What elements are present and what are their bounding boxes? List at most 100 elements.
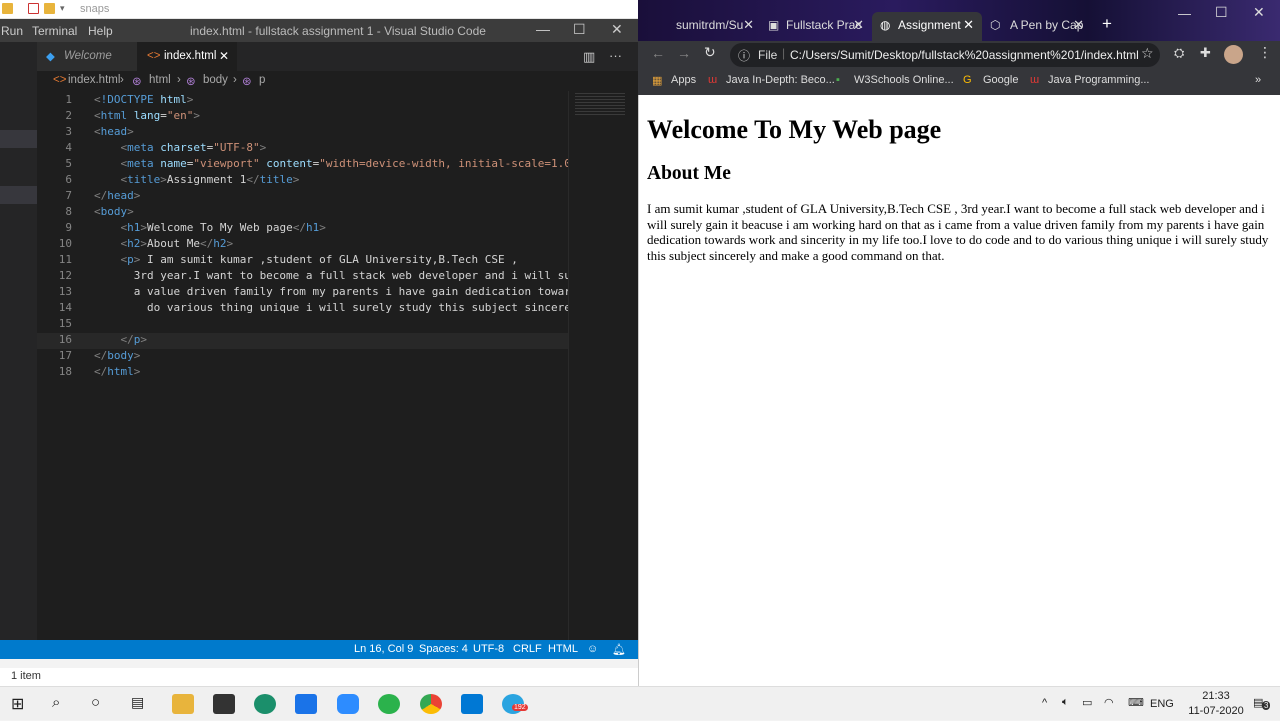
vscode-icon[interactable]	[461, 694, 483, 714]
minimize-icon[interactable]: —	[536, 21, 550, 37]
chrome-icon[interactable]	[420, 694, 442, 714]
customize-quick-access-icon[interactable]: ▾	[60, 3, 68, 14]
info-icon[interactable]: ⓘ	[738, 47, 750, 64]
close-tab-icon[interactable]: ✕	[853, 17, 864, 33]
menu-terminal[interactable]: Terminal	[32, 24, 77, 38]
store-icon[interactable]	[213, 694, 235, 714]
address-bar[interactable]: ⓘ File | C:/Users/Sumit/Desktop/fullstac…	[730, 43, 1160, 67]
split-editor-icon[interactable]: ▥	[583, 49, 595, 65]
code-line[interactable]: 2 <html lang="en">	[37, 109, 568, 125]
chrome-tab-active[interactable]: ◍ Assignment ✕	[872, 12, 982, 41]
maximize-icon[interactable]: ☐	[573, 21, 586, 38]
bookmark-item[interactable]: Google	[983, 74, 1018, 86]
code-line[interactable]: 6 <title>Assignment 1</title>	[37, 173, 568, 189]
sidebar-item[interactable]	[0, 130, 37, 148]
breadcrumb-item[interactable]: html	[149, 74, 171, 86]
chrome-tab[interactable]: ▣ Fullstack Prac ✕	[762, 12, 872, 41]
code-line[interactable]: 4 <meta charset="UTF-8">	[37, 141, 568, 157]
volume-icon[interactable]: 🔈︎	[1062, 696, 1069, 709]
indentation-setting[interactable]: Spaces: 4	[419, 643, 468, 655]
menu-help[interactable]: Help	[88, 24, 113, 38]
code-line[interactable]: 9 <h1>Welcome To My Web page</h1>	[37, 221, 568, 237]
eol-setting[interactable]: CRLF	[513, 643, 542, 655]
avatar[interactable]	[1224, 45, 1243, 64]
close-tab-icon[interactable]: ✕	[219, 49, 229, 63]
code-line[interactable]: 15	[37, 317, 568, 333]
star-icon[interactable]: ☆	[1141, 45, 1154, 62]
input-language[interactable]: ENG	[1150, 698, 1174, 710]
bookmark-item[interactable]: Java Programming...	[1048, 74, 1149, 86]
code-line[interactable]: 1 <!DOCTYPE html>	[37, 93, 568, 109]
edge-icon[interactable]	[254, 694, 276, 714]
url-text: C:/Users/Sumit/Desktop/fullstack%20assig…	[790, 48, 1139, 62]
code-line[interactable]: 16 </p>	[37, 333, 568, 349]
chevron-up-icon[interactable]: ^	[1042, 697, 1047, 709]
more-actions-icon[interactable]: ···	[609, 48, 622, 63]
battery-icon[interactable]: ▭	[1082, 696, 1092, 709]
minimap[interactable]	[568, 91, 638, 640]
windows-start-icon[interactable]: ⊞	[11, 694, 33, 714]
bookmark-item[interactable]: Java In-Depth: Beco...	[726, 74, 835, 86]
maps-icon[interactable]	[378, 694, 400, 714]
keyboard-icon[interactable]: ⌨	[1128, 696, 1144, 709]
minimize-icon[interactable]: —	[1178, 6, 1191, 21]
breadcrumb-item[interactable]: p	[259, 74, 265, 86]
encoding-setting[interactable]: UTF-8	[473, 643, 504, 655]
breadcrumb-item[interactable]: index.html	[68, 74, 120, 86]
chrome-tab[interactable]: ⬡ A Pen by Cap ✕	[982, 12, 1092, 41]
folder-icon[interactable]	[2, 3, 13, 14]
bell-icon[interactable]: 🔔︎	[612, 643, 626, 656]
code-line[interactable]: 11 <p> I am sumit kumar ,student of GLA …	[37, 253, 568, 269]
menu-run[interactable]: Run	[1, 24, 23, 38]
clock-time[interactable]: 21:33	[1191, 690, 1241, 702]
forward-arrow-icon[interactable]: →	[677, 45, 691, 61]
new-folder-icon[interactable]	[44, 3, 55, 14]
maximize-icon[interactable]: ☐	[1215, 4, 1228, 21]
telegram-icon[interactable]: 192	[502, 694, 528, 714]
properties-icon[interactable]	[28, 3, 39, 14]
menu-icon[interactable]: ⋮	[1258, 44, 1272, 61]
reload-icon[interactable]: ↻	[704, 44, 716, 61]
chrome-tab[interactable]: sumitrdm/Su ✕	[656, 12, 762, 41]
new-tab-icon[interactable]: +	[1102, 14, 1112, 34]
code-line[interactable]: 18 </html>	[37, 365, 568, 381]
sidebar-item[interactable]	[0, 186, 37, 204]
language-mode[interactable]: HTML	[548, 643, 578, 655]
extension-icon[interactable]: ⛭	[1174, 45, 1184, 61]
close-icon[interactable]: ✕	[1253, 4, 1265, 21]
bookmark-apps[interactable]: Apps	[671, 74, 696, 86]
code-line[interactable]: 7 </head>	[37, 189, 568, 205]
close-tab-icon[interactable]: ✕	[743, 17, 754, 33]
file-explorer-icon[interactable]	[172, 694, 194, 714]
close-tab-icon[interactable]: ✕	[963, 17, 974, 33]
code-line[interactable]: 5 <meta name="viewport" content="width=d…	[37, 157, 584, 173]
code-line[interactable]: 3 <head>	[37, 125, 568, 141]
code-line[interactable]: 10 <h2>About Me</h2>	[37, 237, 568, 253]
tab-index-html[interactable]: <> index.html ✕	[137, 42, 237, 71]
wifi-icon[interactable]: ◠	[1104, 696, 1114, 709]
mail-icon[interactable]	[295, 694, 317, 714]
code-line[interactable]: 8 <body>	[37, 205, 568, 221]
code-editor[interactable]: 1 <!DOCTYPE html> 2 <html lang="en"> 3 <head>…	[37, 91, 584, 640]
clock-date[interactable]: 11-07-2020	[1185, 705, 1247, 717]
code-line[interactable]: 13 a value driven family from my parents…	[37, 285, 584, 301]
cursor-position[interactable]: Ln 16, Col 9	[354, 643, 413, 655]
line-number: 10	[58, 237, 72, 250]
code-text: </body>	[94, 349, 141, 362]
code-line[interactable]: 12 3rd year.I want to become a full stac…	[37, 269, 584, 285]
feedback-icon[interactable]: ☺	[587, 643, 598, 655]
tab-welcome[interactable]: ◆ Welcome	[37, 42, 137, 71]
close-icon[interactable]: ✕	[611, 21, 623, 38]
zoom-icon[interactable]	[337, 694, 359, 714]
close-tab-icon[interactable]: ✕	[1073, 17, 1084, 33]
puzzle-icon[interactable]: ✚	[1200, 45, 1211, 61]
chevron-right-icon[interactable]: »	[1255, 74, 1261, 86]
bookmark-item[interactable]: W3Schools Online...	[854, 74, 954, 86]
code-line[interactable]: 14 do various thing unique i will surely…	[37, 301, 584, 317]
back-arrow-icon[interactable]: ←	[651, 45, 665, 61]
task-view-icon[interactable]: ▤	[131, 694, 153, 714]
cortana-icon[interactable]: ○	[91, 694, 113, 714]
code-line[interactable]: 17 </body>	[37, 349, 568, 365]
breadcrumb-item[interactable]: body	[203, 74, 228, 86]
search-icon[interactable]: ⌕	[52, 694, 74, 714]
